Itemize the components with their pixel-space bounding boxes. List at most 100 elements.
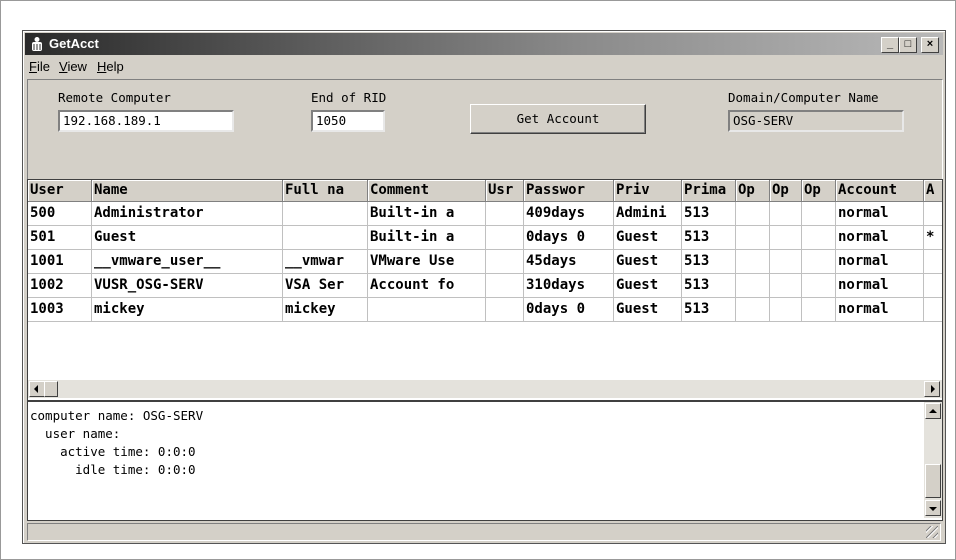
column-header-op3[interactable]: Op [802, 180, 836, 202]
scroll-up-arrow-icon [929, 409, 937, 413]
column-header-full-name[interactable]: Full na [283, 180, 368, 202]
cell-op1 [736, 226, 770, 250]
scroll-down-arrow-icon [929, 507, 937, 511]
query-panel: Remote Computer 192.168.189.1 End of RID… [27, 79, 943, 181]
cell-full-name: __vmwar [283, 250, 368, 274]
cell-a: * [924, 226, 942, 250]
column-header-usr[interactable]: Usr [486, 180, 524, 202]
cell-comment: Built-in a [368, 202, 486, 226]
remote-computer-input[interactable]: 192.168.189.1 [58, 110, 234, 132]
horizontal-scrollbar[interactable] [28, 380, 942, 398]
cell-op1 [736, 250, 770, 274]
menu-help[interactable]: Help [97, 59, 124, 74]
cell-full-name [283, 226, 368, 250]
window-title: GetAcct [49, 36, 99, 51]
cell-priv: Guest [614, 298, 682, 322]
minimize-button[interactable]: _ [881, 37, 899, 53]
column-header-comment[interactable]: Comment [368, 180, 486, 202]
cell-usr [486, 250, 524, 274]
menu-file[interactable]: File [29, 59, 50, 74]
scroll-left-arrow-icon [34, 385, 38, 393]
cell-primary: 513 [682, 250, 736, 274]
column-header-name[interactable]: Name [92, 180, 283, 202]
status-bar [27, 523, 941, 541]
column-header-op2[interactable]: Op [770, 180, 802, 202]
end-rid-label: End of RID [311, 90, 387, 105]
title-bar[interactable]: GetAcct _ □ × [25, 33, 943, 55]
column-header-op1[interactable]: Op [736, 180, 770, 202]
scroll-up-button[interactable] [925, 403, 941, 419]
cell-priv: Guest [614, 226, 682, 250]
cell-primary: 513 [682, 298, 736, 322]
cell-op3 [802, 274, 836, 298]
cell-comment: Account fo [368, 274, 486, 298]
output-line: computer name: OSG-SERV [30, 408, 204, 423]
cell-a [924, 250, 942, 274]
remote-computer-label: Remote Computer [58, 90, 171, 105]
scroll-right-button[interactable] [924, 381, 940, 397]
cell-password: 409days [524, 202, 614, 226]
cell-comment: Built-in a [368, 226, 486, 250]
menu-view[interactable]: View [59, 59, 87, 74]
get-account-button[interactable]: Get Account [470, 104, 646, 134]
scroll-left-button[interactable] [29, 381, 45, 397]
cell-password: 45days [524, 250, 614, 274]
horizontal-scroll-thumb[interactable] [44, 381, 58, 397]
cell-user: 1002 [28, 274, 92, 298]
cell-password: 310days [524, 274, 614, 298]
cell-primary: 513 [682, 202, 736, 226]
vertical-scroll-thumb[interactable] [925, 464, 941, 498]
cell-primary: 513 [682, 274, 736, 298]
output-line: active time: 0:0:0 [30, 444, 196, 459]
cell-op3 [802, 298, 836, 322]
cell-name: mickey [92, 298, 283, 322]
cell-password: 0days 0 [524, 298, 614, 322]
maximize-button[interactable]: □ [899, 37, 917, 53]
column-header-user[interactable]: User [28, 180, 92, 202]
cell-account: normal [836, 226, 924, 250]
cell-user: 1003 [28, 298, 92, 322]
cell-op3 [802, 202, 836, 226]
cell-priv: Guest [614, 274, 682, 298]
cell-account: normal [836, 250, 924, 274]
cell-user: 501 [28, 226, 92, 250]
cell-usr [486, 202, 524, 226]
scroll-right-arrow-icon [931, 385, 935, 393]
cell-comment: VMware Use [368, 250, 486, 274]
vertical-scrollbar[interactable] [924, 402, 942, 518]
domain-name-field: OSG-SERV [728, 110, 904, 132]
cell-usr [486, 274, 524, 298]
cell-priv: Guest [614, 250, 682, 274]
getacct-window: GetAcct _ □ × File View Help Remote Comp… [22, 30, 946, 544]
cell-user: 1001 [28, 250, 92, 274]
cell-op1 [736, 298, 770, 322]
output-line: idle time: 0:0:0 [30, 462, 196, 477]
cell-op1 [736, 202, 770, 226]
end-rid-input[interactable]: 1050 [311, 110, 385, 132]
column-header-password[interactable]: Passwor [524, 180, 614, 202]
cell-account: normal [836, 274, 924, 298]
column-header-primary[interactable]: Prima [682, 180, 736, 202]
cell-op2 [770, 226, 802, 250]
cell-op2 [770, 250, 802, 274]
getacct-app-icon [32, 37, 42, 51]
cell-op3 [802, 226, 836, 250]
cell-password: 0days 0 [524, 226, 614, 250]
cell-full-name: VSA Ser [283, 274, 368, 298]
column-header-account[interactable]: Account [836, 180, 924, 202]
cell-op2 [770, 274, 802, 298]
cell-full-name: mickey [283, 298, 368, 322]
close-button[interactable]: × [921, 37, 939, 53]
size-grip-icon[interactable] [926, 526, 938, 538]
cell-name: Guest [92, 226, 283, 250]
domain-label: Domain/Computer Name [728, 90, 879, 105]
cell-name: VUSR_OSG-SERV [92, 274, 283, 298]
output-text-area[interactable]: computer name: OSG-SERV user name: activ… [27, 401, 943, 521]
column-header-a[interactable]: A [924, 180, 942, 202]
cell-name: Administrator [92, 202, 283, 226]
scroll-down-button[interactable] [925, 500, 941, 516]
cell-usr [486, 298, 524, 322]
cell-op2 [770, 298, 802, 322]
accounts-list-view[interactable]: User Name Full na Comment Usr Passwor Priv Prim… [27, 179, 943, 401]
column-header-priv[interactable]: Priv [614, 180, 682, 202]
